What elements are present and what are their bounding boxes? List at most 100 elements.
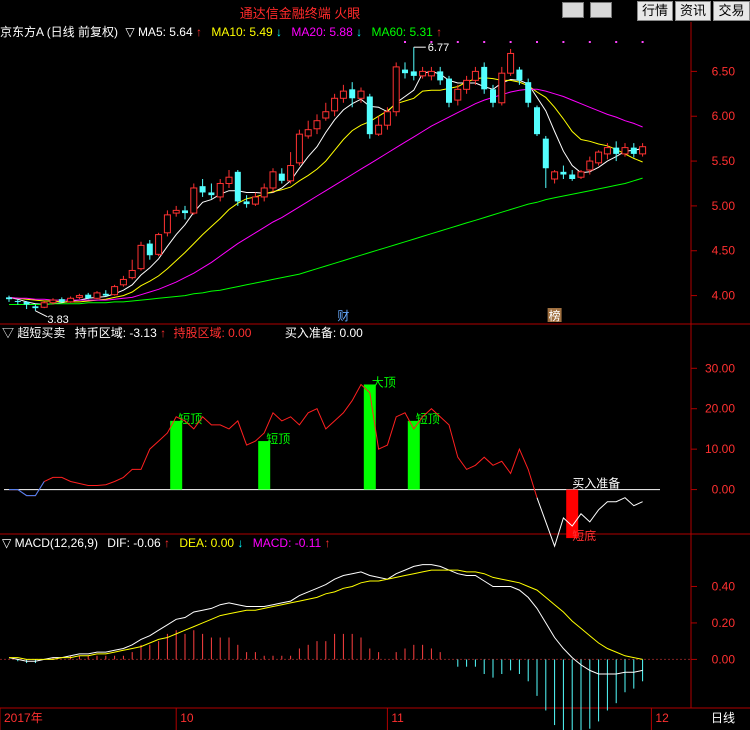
indicator-line-early xyxy=(9,481,45,497)
candle-body xyxy=(313,120,321,130)
signal-bar xyxy=(407,420,420,490)
signal-dot xyxy=(456,41,459,43)
stock-chart[interactable]: 京东方A (日线 前复权) ▽ MA5: 5.64 ↑ MA10: 5.49 ↓… xyxy=(0,22,750,730)
restore-window-icon[interactable] xyxy=(562,2,584,18)
candle xyxy=(6,295,12,302)
candle-body xyxy=(463,79,471,90)
market-button[interactable]: 行情 xyxy=(637,1,673,21)
candle-body xyxy=(603,147,611,155)
indicator-name: 超短买卖 xyxy=(17,325,65,340)
candle xyxy=(295,129,303,166)
candle xyxy=(199,179,206,197)
signal-dot xyxy=(641,41,644,43)
price-y-tick-label: 5.00 xyxy=(712,199,736,213)
signal-bar-label: 短底 xyxy=(572,528,596,543)
candle xyxy=(463,75,471,94)
candle xyxy=(216,179,224,202)
candle-body xyxy=(383,111,391,126)
candle-body xyxy=(357,90,365,99)
candlesticks xyxy=(6,47,647,311)
candle-body xyxy=(182,210,188,214)
candle-body xyxy=(349,89,356,99)
trade-button[interactable]: 交易 xyxy=(713,1,750,21)
candle xyxy=(75,293,83,300)
candle-body xyxy=(507,52,515,74)
indicator-header: ▽ 超短买卖 持币区域: -3.13 ↑ 持股区域: 0.00 买入准备: 0.… xyxy=(2,325,363,340)
candle-body xyxy=(85,294,92,299)
candle xyxy=(93,291,101,300)
price-y-axis: 6.50 6.00 5.50 5.00 4.50 4.00 xyxy=(691,64,736,303)
candle xyxy=(534,105,540,136)
candle xyxy=(366,93,373,139)
ma20-label: MA20: 5.88 xyxy=(291,25,353,39)
candle-body xyxy=(67,297,75,303)
candle xyxy=(208,183,215,199)
candle-body xyxy=(75,295,83,298)
signal-bar-label: 短顶 xyxy=(178,412,202,426)
candle xyxy=(375,116,383,136)
macd-y-tick-label: 0.00 xyxy=(712,652,736,666)
x-tick-label: 2017年 xyxy=(4,711,43,725)
signal-bar xyxy=(258,441,271,490)
macd-name: MACD(12,26,9) xyxy=(15,536,98,550)
news-button[interactable]: 资讯 xyxy=(675,1,711,21)
candle xyxy=(190,183,198,215)
candle-body xyxy=(427,70,435,77)
candle xyxy=(331,93,339,117)
candle-body xyxy=(40,302,48,308)
x-tick-label: 10 xyxy=(180,711,194,725)
close-window-icon[interactable] xyxy=(590,2,612,18)
candle xyxy=(172,205,180,217)
candle-body xyxy=(111,286,119,296)
candle xyxy=(243,195,250,208)
candle xyxy=(507,48,515,76)
candle xyxy=(287,152,295,184)
candle-body xyxy=(190,187,198,214)
x-tick-label: 11 xyxy=(391,711,404,725)
candle xyxy=(630,143,637,158)
candle xyxy=(225,170,233,188)
macd-plot xyxy=(0,564,691,730)
candle-body xyxy=(295,133,303,164)
candle-body xyxy=(560,171,567,175)
candle xyxy=(349,82,356,108)
candle-body xyxy=(269,171,277,189)
signal-bar xyxy=(363,384,376,490)
candle xyxy=(251,192,259,206)
ma5-label: MA5: 5.64 xyxy=(138,25,193,39)
candle xyxy=(260,183,268,202)
stock-name: 京东方A xyxy=(0,24,44,39)
candle-body xyxy=(199,186,206,193)
candle-body xyxy=(375,124,383,135)
candle-body xyxy=(208,192,215,196)
candle xyxy=(32,304,39,311)
candle xyxy=(322,102,330,121)
candle xyxy=(454,84,462,106)
candle xyxy=(119,275,127,287)
signal-dot xyxy=(615,41,618,43)
macd-value-label: MACD: -0.11 xyxy=(253,536,322,550)
candle xyxy=(639,143,647,157)
candle xyxy=(85,292,92,300)
signal-bar-label: 大顶 xyxy=(372,375,396,389)
candle-body xyxy=(621,147,629,155)
candle xyxy=(67,296,75,303)
candle-body xyxy=(6,297,12,300)
buy-ready-label: 买入准备: 0.00 xyxy=(285,326,363,340)
candle xyxy=(446,75,452,108)
candle-body xyxy=(243,201,250,205)
candle-body xyxy=(516,69,523,81)
candle xyxy=(525,78,532,108)
period-indicator[interactable]: 日线 xyxy=(711,711,735,725)
candle-body xyxy=(137,244,145,270)
candle xyxy=(40,300,48,309)
dif-label: DIF: -0.06 xyxy=(107,536,161,550)
candle-body xyxy=(437,71,444,81)
candle-body xyxy=(278,173,285,181)
candle-body xyxy=(339,90,347,99)
signal-dot xyxy=(509,41,512,43)
candle xyxy=(560,165,567,179)
candle xyxy=(163,210,171,237)
candle xyxy=(304,120,312,139)
candle-body xyxy=(551,171,559,180)
